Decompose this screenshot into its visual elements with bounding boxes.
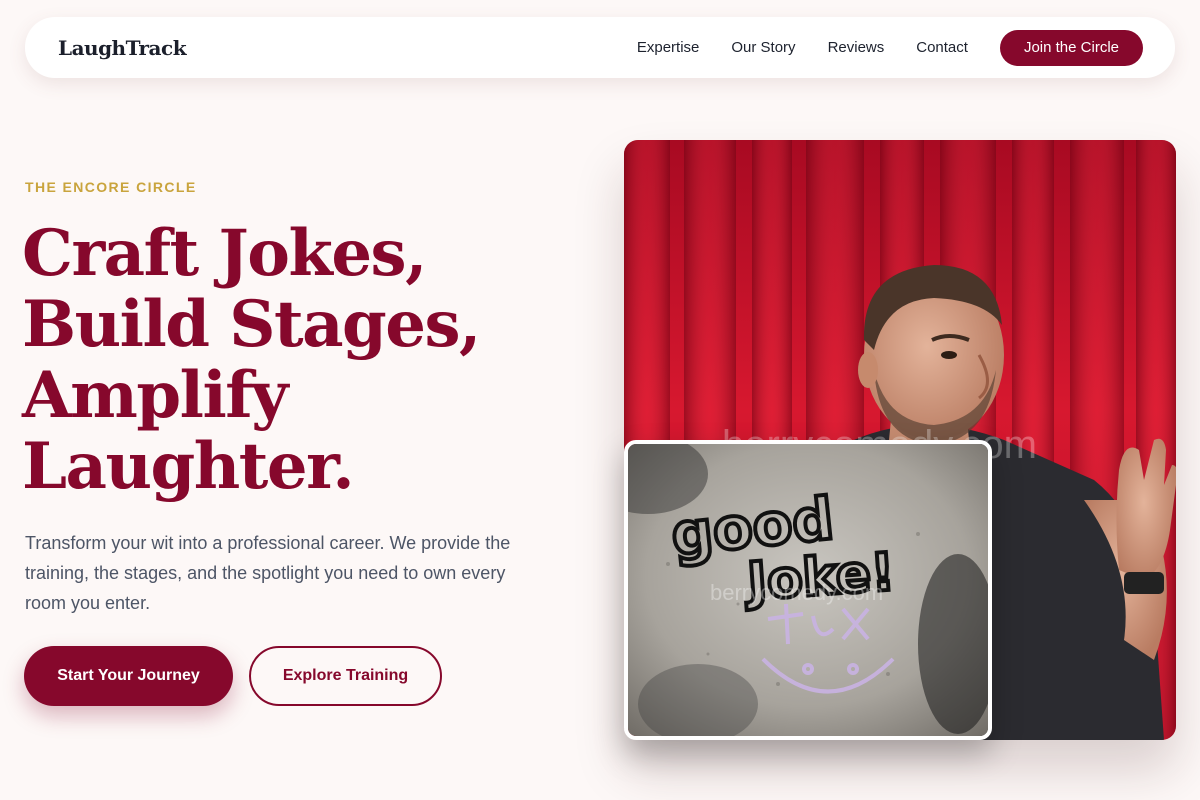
logo[interactable]: LaughTrack xyxy=(58,36,187,60)
nav-link-expertise[interactable]: Expertise xyxy=(637,39,700,56)
headline-line-3: Amplify xyxy=(22,358,288,433)
nav-link-our-story[interactable]: Our Story xyxy=(731,39,795,56)
good-joke-graffiti-photo: good Joke! berrycomedy.com xyxy=(624,440,992,740)
nav-link-reviews[interactable]: Reviews xyxy=(828,39,885,56)
hero-headline: Craft Jokes, Build Stages, Amplify Laugh… xyxy=(22,218,582,502)
hero-eyebrow: THE ENCORE CIRCLE xyxy=(25,179,197,195)
explore-training-button[interactable]: Explore Training xyxy=(249,646,442,706)
nav-menu: Expertise Our Story Reviews Contact Join… xyxy=(637,29,1143,66)
hero-subtext: Transform your wit into a professional c… xyxy=(25,533,511,613)
join-circle-button[interactable]: Join the Circle xyxy=(999,29,1143,66)
top-navbar: LaughTrack Expertise Our Story Reviews C… xyxy=(25,17,1175,78)
inset-photo-watermark: berrycomedy.com xyxy=(710,580,883,605)
headline-line-1: Craft Jokes, xyxy=(22,216,427,291)
headline-line-2: Build Stages, xyxy=(22,287,481,362)
start-journey-button[interactable]: Start Your Journey xyxy=(24,646,233,706)
nav-link-contact[interactable]: Contact xyxy=(916,39,968,56)
headline-line-4: Laughter. xyxy=(22,429,355,504)
graffiti-illustration: good Joke! berrycomedy.com xyxy=(628,444,988,736)
